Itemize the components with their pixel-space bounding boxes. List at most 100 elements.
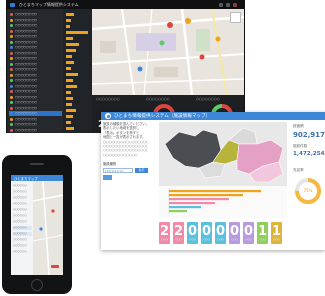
- sidebar-item[interactable]: ○○○○○○○○: [9, 111, 62, 116]
- sidebar-bar: [66, 73, 78, 76]
- phone-menu-item[interactable]: ○○○○○○: [13, 250, 32, 254]
- phone-menu-item[interactable]: ○○○○○○: [13, 190, 32, 194]
- sidebar-item[interactable]: ○○○○○○○○: [9, 51, 62, 56]
- status-dot-icon: [10, 62, 13, 66]
- kpi-panel: 総面積 902,917 施設件数 1,472,254 充足率 75%: [291, 122, 325, 250]
- stat-label-2: ○○○○○○○○: [146, 97, 170, 101]
- kpi-value-area: 902,917: [293, 131, 325, 139]
- sidebar-bar: [66, 49, 76, 52]
- sidebar-item[interactable]: ○○○○○○○○: [9, 106, 62, 111]
- status-dot-icon: [10, 29, 13, 33]
- sidebar-item[interactable]: ○○○○○○○○: [9, 67, 62, 72]
- status-dot-icon: [10, 51, 13, 55]
- sidebar-bar: [66, 115, 74, 118]
- phone-menu-item[interactable]: ○○○○○○: [13, 202, 32, 206]
- sidebar-bar: [66, 43, 80, 46]
- sidebar-item[interactable]: ○○○○○○○○: [9, 128, 62, 133]
- window-maximize-icon[interactable]: [226, 3, 230, 7]
- category-tile[interactable]: 0 ○○○: [201, 222, 212, 244]
- category-tile[interactable]: 0 ○○○: [215, 222, 226, 244]
- window-close-icon[interactable]: [233, 3, 237, 7]
- phone-menu-item[interactable]: ○○○○○○: [13, 238, 32, 242]
- facility-bar-chart: [159, 186, 287, 218]
- tile-label: ○○○: [161, 238, 168, 241]
- sidebar-item[interactable]: ○○○○○○○○: [9, 73, 62, 78]
- tile-label: ○○○: [217, 238, 224, 241]
- phone-action-button[interactable]: [51, 265, 59, 268]
- sidebar-item[interactable]: ○○○○○○○○: [9, 89, 62, 94]
- tile-count: 0: [243, 224, 254, 239]
- sidebar-item[interactable]: ○○○○○○○○: [9, 122, 62, 127]
- tile-label: ○○○: [259, 238, 266, 241]
- tile-count: 0: [201, 224, 212, 239]
- phone-menu-item[interactable]: ○○○○○○: [13, 244, 32, 248]
- sidebar-item[interactable]: ○○○○○○○○: [9, 56, 62, 61]
- sidebar-bar: [66, 67, 71, 70]
- sidebar-item[interactable]: ○○○○○○○○: [9, 117, 62, 122]
- tile-label: ○○○: [245, 238, 252, 241]
- category-tile[interactable]: 0 ○○○: [243, 222, 254, 244]
- map-view[interactable]: [92, 9, 244, 95]
- facility-bar-chart-canvas: [168, 188, 261, 214]
- sidebar-item[interactable]: ○○○○○○○○: [9, 18, 62, 23]
- sidebar-item[interactable]: ○○○○○○○○: [9, 84, 62, 89]
- sidebar-item[interactable]: ○○○○○○○○: [9, 34, 62, 39]
- sidebar-item[interactable]: ○○○○○○○○: [9, 12, 62, 17]
- status-dot-icon: [10, 79, 13, 82]
- sidebar-item[interactable]: ○○○○○○○○: [9, 78, 62, 83]
- status-dot-icon: [10, 112, 13, 115]
- sidebar-item[interactable]: ○○○○○○○○: [9, 100, 62, 105]
- sidebar-item-label: ○○○○○○○○: [15, 50, 38, 55]
- category-tile[interactable]: 2 ○○○: [159, 222, 170, 244]
- map-layer-control[interactable]: [230, 12, 241, 23]
- phone-menu-item[interactable]: ○○○○○○: [13, 220, 32, 224]
- status-dot-icon: [10, 68, 13, 71]
- intro-text: 施設の種類を選んでください。 表示したい地域を選択し 「表示」ボタンを押すと 地図と一…: [103, 122, 148, 157]
- kpi-value-count: 1,472,254: [293, 151, 325, 157]
- sidebar-item-label: ○○○○○○○○: [15, 111, 38, 115]
- sidebar-item[interactable]: ○○○○○○○○: [9, 62, 62, 67]
- sidebar-item[interactable]: ○○○○○○○○: [9, 29, 62, 34]
- phone-map[interactable]: [32, 180, 63, 275]
- phone-menu-item[interactable]: ○○○○○○: [13, 232, 32, 236]
- status-dot-icon: [10, 57, 13, 60]
- search-button[interactable]: 表示: [135, 168, 148, 173]
- phone-home-button[interactable]: [31, 279, 43, 291]
- tile-count: 1: [257, 224, 268, 239]
- facility-type-select[interactable]: ○○○○○○○: [103, 168, 133, 173]
- tile-label: ○○○: [273, 238, 280, 241]
- phone-menu-item[interactable]: ○○○○○○: [13, 184, 32, 188]
- sidebar-item[interactable]: ○○○○○○○○: [9, 40, 62, 45]
- sidebar-item-label: ○○○○○○○○: [15, 23, 38, 27]
- status-dot-icon: [10, 95, 13, 99]
- category-tile[interactable]: 0 ○○○: [229, 222, 240, 244]
- category-tile[interactable]: 1 ○○○: [271, 222, 282, 244]
- phone-menu-item[interactable]: ○○○○○○: [13, 196, 32, 200]
- status-dot-icon: [10, 84, 13, 88]
- sidebar-item-label: ○○○○○○○○: [15, 122, 38, 126]
- sidebar-bar: [66, 37, 74, 40]
- category-tile[interactable]: 1 ○○○: [257, 222, 268, 244]
- category-tile[interactable]: 0 ○○○: [187, 222, 198, 244]
- tile-count: 0: [229, 224, 240, 239]
- phone-menu-item[interactable]: ○○○○○○: [13, 208, 32, 212]
- category-tile[interactable]: 2 ○○○: [173, 222, 184, 244]
- sidebar-item-label: ○○○○○○○○: [15, 17, 38, 22]
- option-button[interactable]: [103, 175, 112, 180]
- sidebar-item-label: ○○○○○○○○: [15, 116, 38, 121]
- window-minimize-icon[interactable]: [219, 3, 223, 7]
- region-map[interactable]: [159, 122, 287, 186]
- sidebar-bar-chart: [63, 9, 92, 133]
- sidebar-bar: [66, 31, 88, 34]
- app-icon: [105, 113, 111, 119]
- sidebar-item[interactable]: ○○○○○○○○: [9, 95, 62, 100]
- status-dot-icon: [10, 18, 13, 22]
- phone-menu-item[interactable]: ○○○○○○: [13, 214, 32, 218]
- sidebar-item-label: ○○○○○○○○: [15, 105, 38, 110]
- sidebar-item[interactable]: ○○○○○○○○: [9, 23, 62, 28]
- tile-count: 0: [215, 224, 226, 239]
- phone-menu-item[interactable]: ○○○○○○: [13, 226, 32, 230]
- sidebar-item[interactable]: ○○○○○○○○: [9, 45, 62, 50]
- smartphone: ひとまちマップ ○○○○○○ ○○○○○○ ○○○○○○ ○○○○○○ ○○○○○○ ○○…: [2, 155, 72, 294]
- sidebar-bar: [66, 85, 77, 88]
